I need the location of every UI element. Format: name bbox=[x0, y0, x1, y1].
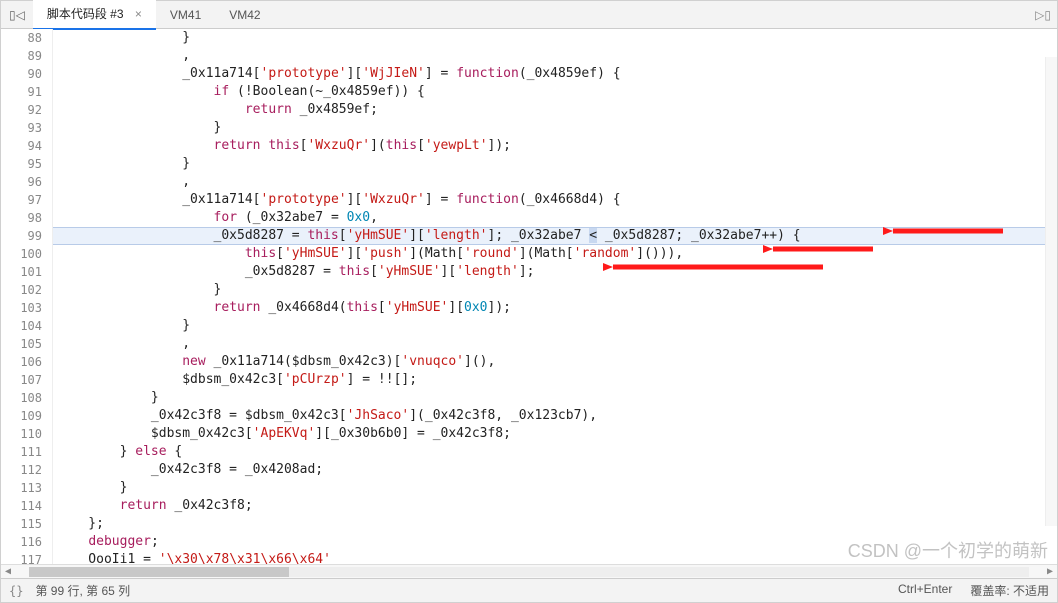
tab-active[interactable]: 脚本代码段 #3 × bbox=[33, 0, 156, 30]
scroll-left-icon[interactable]: ◀ bbox=[1, 566, 15, 577]
tab-active-label: 脚本代码段 #3 bbox=[47, 7, 124, 21]
shortcut-hint: Ctrl+Enter bbox=[898, 582, 952, 599]
highlighted-line: _0x5d8287 = this['yHmSUE']['length']; _0… bbox=[53, 227, 1057, 245]
scroll-right-icon[interactable]: ▶ bbox=[1043, 566, 1057, 577]
tab-bar: ▯◁ 脚本代码段 #3 × VM41 VM42 ▷▯ bbox=[1, 1, 1057, 29]
code-editor[interactable]: 8889909192939495969798991001011021031041… bbox=[1, 29, 1057, 564]
cursor-position: 第 99 行, 第 65 列 bbox=[35, 582, 130, 599]
nav-next-icon[interactable]: ▷▯ bbox=[1035, 8, 1051, 22]
scroll-thumb[interactable] bbox=[29, 567, 289, 577]
horizontal-scrollbar[interactable]: ◀ ▶ bbox=[1, 564, 1057, 578]
vertical-scrollbar[interactable] bbox=[1045, 57, 1057, 526]
coverage-info: 覆盖率: 不适用 bbox=[970, 582, 1049, 599]
code-area[interactable]: } , _0x11a714['prototype']['WjJIeN'] = f… bbox=[53, 29, 1057, 564]
tab-vm41[interactable]: VM41 bbox=[156, 2, 215, 28]
line-gutter: 8889909192939495969798991001011021031041… bbox=[1, 29, 53, 564]
nav-first-icon[interactable]: ▯◁ bbox=[5, 6, 29, 24]
status-bar: {} 第 99 行, 第 65 列 Ctrl+Enter 覆盖率: 不适用 bbox=[1, 578, 1057, 602]
close-icon[interactable]: × bbox=[135, 7, 142, 21]
pretty-print-button[interactable]: {} bbox=[9, 584, 23, 598]
tab-nav-left[interactable]: ▯◁ bbox=[1, 6, 33, 24]
tab-nav-right[interactable]: ▷▯ bbox=[1035, 8, 1057, 22]
tab-vm42[interactable]: VM42 bbox=[215, 2, 274, 28]
scroll-track[interactable] bbox=[29, 567, 1029, 577]
